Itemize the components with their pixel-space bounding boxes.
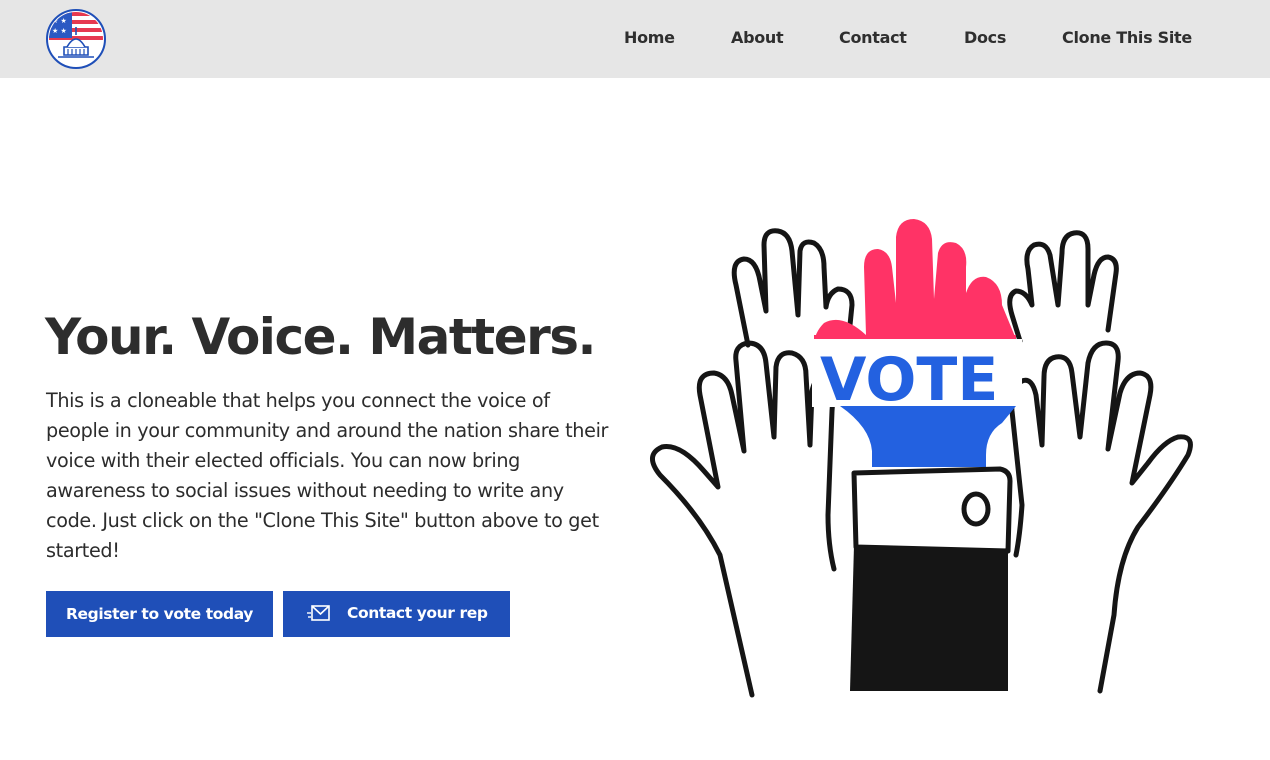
contact-your-rep-button[interactable]: Contact your rep	[283, 591, 510, 637]
raised-hands-vote-illustration-icon: VOTE	[650, 219, 1193, 698]
nav-contact-link[interactable]: Contact	[839, 28, 907, 47]
register-to-vote-button[interactable]: Register to vote today	[46, 591, 273, 637]
svg-text:★ ★: ★ ★	[52, 27, 67, 35]
top-navbar: ★ ★ ★ ★ Home About Contact Docs Clone Th…	[0, 0, 1270, 78]
nav-clone-site-link[interactable]: Clone This Site	[1062, 28, 1192, 47]
capitol-flag-logo-icon[interactable]: ★ ★ ★ ★	[46, 9, 106, 69]
nav-about-link[interactable]: About	[731, 28, 784, 47]
contact-your-rep-label: Contact your rep	[347, 604, 488, 622]
hero-description: This is a cloneable that helps you conne…	[46, 389, 609, 562]
vote-sign-text: VOTE	[820, 345, 998, 415]
nav-home-link[interactable]: Home	[624, 28, 675, 47]
nav-docs-link[interactable]: Docs	[964, 28, 1006, 47]
hero-title: Your. Voice. Matters.	[45, 308, 597, 366]
mail-icon	[307, 605, 330, 621]
